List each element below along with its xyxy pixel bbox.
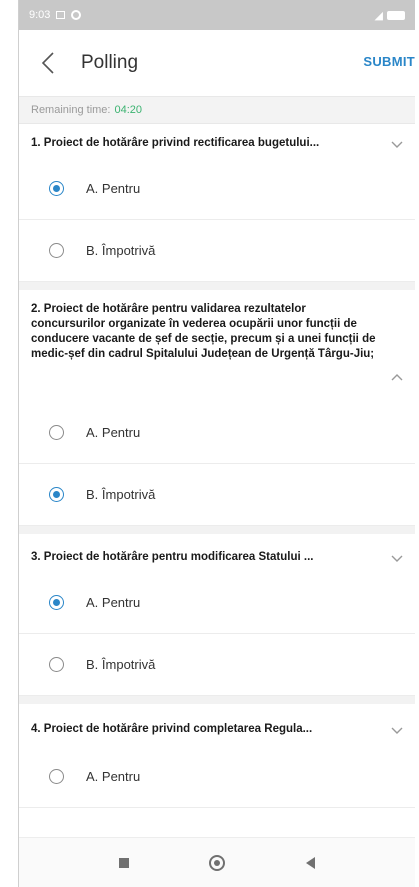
option-2b[interactable]: B. Împotrivă [19, 464, 415, 526]
section-gap [19, 526, 415, 534]
radio-button[interactable] [49, 595, 64, 610]
option-label: B. Împotrivă [86, 657, 156, 672]
option-4a[interactable]: A. Pentru [19, 746, 415, 808]
question-3[interactable]: 3. Proiect de hotărâre pentru modificare… [19, 534, 415, 572]
status-time: 9:03 [29, 9, 51, 21]
option-1b[interactable]: B. Împotrivă [19, 220, 415, 282]
radio-button[interactable] [49, 769, 64, 784]
status-bar: 9:03 ◢ [19, 0, 415, 30]
option-label: A. Pentru [86, 595, 141, 610]
question-4[interactable]: 4. Proiect de hotărâre privind completar… [19, 704, 415, 746]
left-frame [0, 0, 19, 887]
question-2[interactable]: 2. Proiect de hotărâre pentru validarea … [19, 290, 415, 402]
chevron-down-icon[interactable] [391, 727, 403, 735]
option-label: A. Pentru [86, 425, 141, 440]
question-1[interactable]: 1. Proiect de hotărâre privind rectifica… [19, 124, 415, 158]
back-triangle-icon[interactable] [305, 856, 315, 869]
gallery-icon [56, 11, 66, 19]
back-button[interactable] [27, 42, 69, 84]
option-label: B. Împotrivă [86, 487, 156, 502]
chevron-down-icon[interactable] [391, 555, 403, 563]
option-label: A. Pentru [86, 769, 141, 784]
section-gap [19, 696, 415, 704]
option-2a[interactable]: A. Pentru [19, 402, 415, 464]
submit-button[interactable]: SUBMIT [363, 54, 415, 69]
question-text: 1. Proiect de hotărâre privind rectifica… [31, 137, 320, 149]
question-text: 4. Proiect de hotărâre privind completar… [31, 723, 313, 735]
recent-apps-icon[interactable] [119, 857, 130, 868]
radio-button[interactable] [49, 181, 64, 196]
question-text: 3. Proiect de hotărâre pentru modificare… [31, 551, 314, 563]
section-gap [19, 282, 415, 290]
option-label: A. Pentru [86, 181, 141, 196]
option-3b[interactable]: B. Împotrivă [19, 634, 415, 696]
system-navigation-bar [19, 837, 415, 887]
page-title: Polling [81, 52, 139, 73]
battery-icon [387, 10, 405, 20]
signal-icon: ◢ [374, 9, 383, 22]
notification-icon [71, 10, 82, 20]
radio-button[interactable] [49, 487, 64, 502]
chevron-left-icon [41, 52, 54, 74]
option-3a[interactable]: A. Pentru [19, 572, 415, 634]
option-1a[interactable]: A. Pentru [19, 158, 415, 220]
home-icon[interactable] [209, 854, 226, 871]
radio-button[interactable] [49, 425, 64, 440]
remaining-time-bar: Remaining time: 04:20 [19, 96, 415, 124]
option-label: B. Împotrivă [86, 243, 156, 258]
chevron-up-icon[interactable] [391, 373, 403, 381]
radio-button[interactable] [49, 243, 64, 258]
radio-button[interactable] [49, 657, 64, 672]
chevron-down-icon[interactable] [391, 141, 403, 149]
question-text: 2. Proiect de hotărâre pentru validarea … [31, 303, 376, 360]
app-bar: Polling SUBMIT [19, 30, 415, 96]
remaining-time-value: 04:20 [114, 104, 143, 116]
app-screen: 9:03 ◢ Polling SUBMIT Remaining time: 04… [19, 0, 415, 887]
remaining-time-label: Remaining time: [31, 104, 111, 116]
